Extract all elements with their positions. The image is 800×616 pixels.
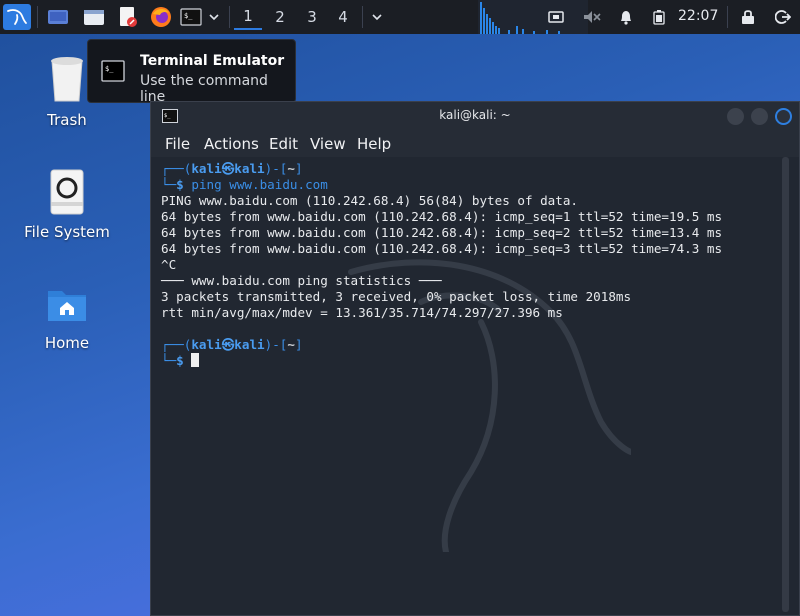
battery-indicator[interactable]	[650, 7, 668, 27]
text-editor-icon	[120, 7, 137, 27]
logout-button[interactable]	[773, 7, 793, 27]
prompt-host: kali	[234, 337, 265, 352]
panel-separator	[37, 6, 38, 28]
terminal-launcher[interactable]: $_	[177, 4, 205, 30]
terminal-output[interactable]: ┌──(kali㉿kali)-[~] └─$ ping www.baidu.co…	[161, 161, 781, 611]
menu-view[interactable]: View	[310, 135, 346, 153]
command-line-2: └─$	[161, 353, 200, 369]
trash-icon	[51, 57, 83, 102]
desktop-icon-label: Home	[44, 334, 90, 352]
text-editor-launcher[interactable]	[114, 4, 142, 30]
terminal-icon: $_	[180, 8, 202, 26]
file-manager-launcher[interactable]	[80, 4, 108, 30]
notifications-button[interactable]	[616, 7, 636, 27]
desktop-icon-label: File System	[24, 223, 110, 241]
close-button[interactable]	[775, 108, 792, 125]
prompt-user: kali	[191, 161, 222, 176]
prompt-user: kali	[191, 337, 222, 352]
terminal-window[interactable]: $_ kali@kali: ~ File Actions Edit View H…	[150, 101, 800, 616]
panel-separator	[727, 6, 728, 28]
desktop-icon	[48, 10, 68, 24]
terminal-menubar: File Actions Edit View Help	[151, 131, 799, 157]
firefox-icon	[151, 7, 171, 27]
prompt-host: kali	[234, 161, 265, 176]
lock-screen-button[interactable]	[739, 7, 757, 27]
launcher-tooltip: $_ Terminal Emulator Use the command lin…	[87, 39, 296, 105]
output-line: rtt min/avg/max/mdev = 13.361/35.714/74.…	[161, 305, 563, 320]
bell-icon	[621, 11, 631, 25]
output-line: ^C	[161, 257, 177, 272]
panel-separator	[362, 6, 363, 28]
desktop-trash[interactable]: Trash	[17, 55, 117, 133]
prompt-symbol: $	[176, 353, 184, 368]
desktop-home[interactable]: Home	[17, 285, 117, 355]
workspace-4[interactable]: 4	[329, 4, 357, 30]
prompt-dir: ~	[287, 161, 295, 176]
logout-icon	[775, 10, 791, 24]
workspace-2[interactable]: 2	[266, 4, 294, 30]
prompt-symbol: $	[176, 177, 184, 192]
volume-muted-icon	[584, 11, 601, 23]
workspace-1[interactable]: 1	[234, 4, 262, 30]
drive-icon	[50, 169, 84, 215]
launcher-dropdown[interactable]	[205, 4, 223, 30]
show-desktop-button[interactable]	[44, 4, 72, 30]
lock-icon	[742, 10, 754, 24]
command-text: ping www.baidu.com	[191, 177, 328, 192]
network-icon	[548, 11, 564, 23]
network-indicator[interactable]	[546, 7, 566, 27]
cpu-graph-plot	[480, 2, 560, 34]
menu-edit[interactable]: Edit	[269, 135, 298, 153]
menu-actions[interactable]: Actions	[204, 135, 259, 153]
output-line: 64 bytes from www.baidu.com (110.242.68.…	[161, 209, 723, 224]
menu-help[interactable]: Help	[357, 135, 391, 153]
workspace-3[interactable]: 3	[298, 4, 326, 30]
cpu-graph[interactable]	[478, 0, 588, 34]
menu-file[interactable]: File	[165, 135, 190, 153]
terminal-titlebar[interactable]: $_ kali@kali: ~	[151, 102, 799, 131]
terminal-scrollbar[interactable]	[782, 157, 789, 612]
firefox-launcher[interactable]	[147, 4, 175, 30]
tooltip-title: Terminal Emulator	[140, 53, 285, 69]
desktop-file-system[interactable]: File System	[17, 168, 117, 246]
output-line: ─── www.baidu.com ping statistics ───	[161, 273, 442, 288]
maximize-button[interactable]	[751, 108, 768, 125]
top-panel: $_ 1 2 3 4 22:07	[0, 0, 800, 34]
panel-clock[interactable]: 22:07	[678, 8, 718, 24]
prompt-line-2: ┌──(kali㉿kali)-[~]	[161, 337, 303, 352]
command-line-1: └─$ ping www.baidu.com	[161, 177, 328, 192]
svg-text:$_: $_	[184, 12, 193, 20]
chevron-down-icon	[209, 14, 219, 21]
prompt-line-1: ┌──(kali㉿kali)-[~]	[161, 161, 303, 176]
volume-button[interactable]	[581, 7, 603, 27]
file-manager-icon	[84, 10, 104, 25]
text-cursor	[191, 353, 200, 367]
output-line: 64 bytes from www.baidu.com (110.242.68.…	[161, 225, 723, 240]
battery-icon	[653, 10, 665, 25]
kali-menu-button[interactable]	[3, 4, 31, 30]
output-line: 64 bytes from www.baidu.com (110.242.68.…	[161, 241, 723, 256]
panel-separator	[229, 6, 230, 28]
prompt-dir: ~	[287, 337, 295, 352]
window-title: kali@kali: ~	[439, 108, 511, 122]
kali-dragon-icon	[7, 9, 27, 25]
chevron-down-icon	[372, 14, 382, 21]
workspace-dropdown[interactable]	[367, 4, 387, 30]
output-line: 3 packets transmitted, 3 received, 0% pa…	[161, 289, 632, 304]
minimize-button[interactable]	[727, 108, 744, 125]
output-line: PING www.baidu.com (110.242.68.4) 56(84)…	[161, 193, 579, 208]
home-folder-icon	[48, 291, 86, 321]
desktop-icon-label: Trash	[47, 111, 87, 129]
